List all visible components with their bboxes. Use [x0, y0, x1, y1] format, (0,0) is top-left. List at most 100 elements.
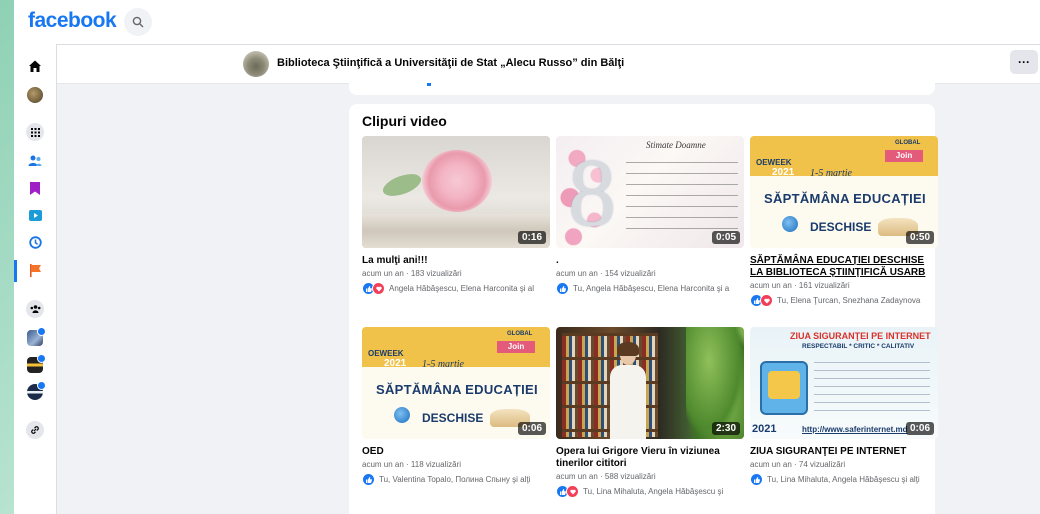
- group-shortcut-icon: [27, 381, 46, 400]
- eight-digit-image: 8: [568, 139, 616, 246]
- video-reactions[interactable]: Tu, Lina Mihaluta, Angela Hăbăşescu şi a…: [750, 473, 938, 486]
- sidebar-item-memories[interactable]: [25, 232, 45, 252]
- groups-icon: [26, 300, 44, 318]
- sidebar-item-watch[interactable]: [25, 205, 45, 225]
- sidebar-item-group-1[interactable]: [25, 327, 46, 348]
- more-options-button[interactable]: ···: [1010, 50, 1038, 74]
- safer-url-text: http://www.saferinternet.md: [802, 425, 908, 434]
- facebook-logo[interactable]: facebook: [28, 9, 117, 33]
- love-icon: [372, 282, 385, 295]
- watch-icon: [28, 209, 42, 221]
- sidebar-item-menu[interactable]: [25, 122, 45, 142]
- oeweek-logo-text: OEWEEK: [756, 158, 792, 167]
- video-title[interactable]: .: [556, 255, 744, 267]
- video-meta: acum un an · 154 vizualizări: [556, 269, 656, 278]
- reaction-names: Tu, Lina Mihaluta, Angela Hăbăşescu şi: [583, 487, 724, 496]
- top-navigation-bar: facebook: [14, 0, 1040, 45]
- love-icon: [566, 485, 579, 498]
- video-reactions[interactable]: Tu, Angela Hăbăşescu, Elena Harconita şi…: [556, 282, 744, 295]
- video-reactions[interactable]: Angela Hăbăşescu, Elena Harconita şi al: [362, 282, 550, 295]
- oeweek-year-text: 2021: [384, 358, 407, 369]
- profile-avatar-icon: [27, 87, 43, 103]
- sidebar-item-saved[interactable]: [25, 178, 45, 198]
- person-image: [608, 342, 648, 439]
- search-button[interactable]: [124, 8, 152, 36]
- oeweek-join-badge: Join: [497, 341, 535, 353]
- video-duration: 0:05: [711, 231, 740, 244]
- video-title[interactable]: SĂPTĂMÂNA EDUCAȚIEI DESCHISE LA BIBLIOTE…: [750, 255, 938, 279]
- video-title[interactable]: La mulţi ani!!!: [362, 255, 550, 267]
- page-avatar[interactable]: [243, 51, 269, 77]
- page-title[interactable]: Biblioteca Ştiinţifică a Universităţii d…: [277, 57, 624, 69]
- video-thumbnail[interactable]: 2:30: [556, 327, 744, 439]
- sidebar-item-group-2[interactable]: [25, 354, 46, 375]
- video-reactions[interactable]: Tu, Elena Ţurcan, Snezhana Zadaynova: [750, 294, 938, 307]
- reaction-names: Tu, Elena Ţurcan, Snezhana Zadaynova: [777, 296, 921, 305]
- video-thumbnail[interactable]: OEWEEK 2021 GLOBAL Join 1-5 martie SĂPTĂ…: [750, 136, 938, 248]
- sidebar-item-pages[interactable]: [25, 260, 45, 280]
- video-meta: acum un an · 118 vizualizări: [362, 460, 462, 469]
- video-item[interactable]: 0:16 La mulţi ani!!! acum un an · 183 vi…: [362, 136, 550, 295]
- video-meta: acum un an · 183 vizualizări: [362, 269, 462, 278]
- oeweek-dates-text: 1-5 martie: [810, 168, 852, 179]
- sidebar-item-groups[interactable]: [25, 299, 45, 319]
- globe-image: [782, 216, 798, 232]
- video-item[interactable]: OEWEEK 2021 GLOBAL Join 1-5 martie SĂPTĂ…: [362, 327, 550, 486]
- active-indicator: [14, 260, 17, 282]
- oeweek-join-badge: Join: [885, 150, 923, 162]
- oeweek-year-text: 2021: [772, 167, 795, 178]
- oeweek-main-text-1: SĂPTĂMÂNA EDUCAȚIEI: [764, 191, 926, 206]
- video-title[interactable]: ZIUA SIGURANŢEI PE INTERNET: [750, 446, 938, 458]
- video-reactions[interactable]: Tu, Lina Mihaluta, Angela Hăbăşescu şi: [556, 485, 744, 498]
- sidebar-item-profile[interactable]: [25, 85, 45, 105]
- facebook-window: facebook Biblioteca Ştiinţifică a Univer…: [14, 0, 1040, 514]
- pages-flag-icon: [29, 263, 41, 277]
- sidebar-item-home[interactable]: [25, 56, 45, 76]
- safer-subtitle-text: RESPECTABIL * CRITIC * CALITATIV: [802, 343, 915, 350]
- video-thumbnail[interactable]: ZIUA SIGURANŢEI PE INTERNET RESPECTABIL …: [750, 327, 938, 439]
- sidebar-item-link[interactable]: [25, 420, 45, 440]
- sidebar-item-group-3[interactable]: [25, 381, 46, 402]
- group-shortcut-icon: [27, 354, 46, 373]
- greeting-lines: [626, 154, 738, 238]
- oeweek-logo-text: OEWEEK: [368, 349, 404, 358]
- reaction-names: Angela Hăbăşescu, Elena Harconita şi al: [389, 284, 534, 293]
- video-thumbnail[interactable]: OEWEEK 2021 GLOBAL Join 1-5 martie SĂPTĂ…: [362, 327, 550, 439]
- section-title: Clipuri video: [362, 113, 447, 129]
- video-thumbnail[interactable]: 8 Stimate Doamne 0:05: [556, 136, 744, 248]
- video-title[interactable]: Opera lui Grigore Vieru în viziunea tine…: [556, 446, 744, 470]
- video-duration: 2:30: [711, 422, 740, 435]
- previous-card: [349, 83, 935, 95]
- video-title[interactable]: OED: [362, 446, 550, 458]
- like-icon: [556, 282, 569, 295]
- home-icon: [29, 60, 41, 72]
- video-duration: 0:06: [517, 422, 546, 435]
- sidebar-item-friends[interactable]: [25, 151, 45, 171]
- globe-image: [394, 407, 410, 423]
- video-item[interactable]: ZIUA SIGURANŢEI PE INTERNET RESPECTABIL …: [750, 327, 938, 486]
- previous-card-fragment: [427, 83, 431, 86]
- reaction-names: Tu, Lina Mihaluta, Angela Hăbăşescu şi a…: [767, 475, 920, 484]
- video-item[interactable]: 8 Stimate Doamne 0:05 . acum un an · 154…: [556, 136, 744, 295]
- video-item[interactable]: OEWEEK 2021 GLOBAL Join 1-5 martie SĂPTĂ…: [750, 136, 938, 307]
- video-reactions[interactable]: Tu, Valentina Topalo, Полина Спыну şi al…: [362, 473, 550, 486]
- left-sidebar: [14, 44, 57, 514]
- search-icon: [132, 16, 144, 28]
- video-meta: acum un an · 161 vizualizări: [750, 281, 850, 290]
- link-icon: [26, 421, 44, 439]
- video-duration: 0:50: [905, 231, 934, 244]
- info-text-lines: [814, 357, 930, 417]
- friends-icon: [28, 155, 42, 166]
- oeweek-main-text-2: DESCHISE: [422, 411, 484, 425]
- video-item[interactable]: 2:30 Opera lui Grigore Vieru în viziunea…: [556, 327, 744, 498]
- reaction-names: Tu, Angela Hăbăşescu, Elena Harconita şi…: [573, 284, 730, 293]
- video-duration: 0:16: [517, 231, 546, 244]
- memories-icon: [28, 235, 42, 249]
- oeweek-main-text-1: SĂPTĂMÂNA EDUCAȚIEI: [376, 382, 538, 397]
- safer-title-text: ZIUA SIGURANŢEI PE INTERNET: [790, 331, 931, 341]
- video-duration: 0:06: [905, 422, 934, 435]
- oeweek-global-text: GLOBAL: [507, 331, 533, 337]
- oeweek-global-text: GLOBAL: [895, 140, 921, 146]
- video-thumbnail[interactable]: 0:16: [362, 136, 550, 248]
- reaction-names: Tu, Valentina Topalo, Полина Спыну şi al…: [379, 475, 531, 484]
